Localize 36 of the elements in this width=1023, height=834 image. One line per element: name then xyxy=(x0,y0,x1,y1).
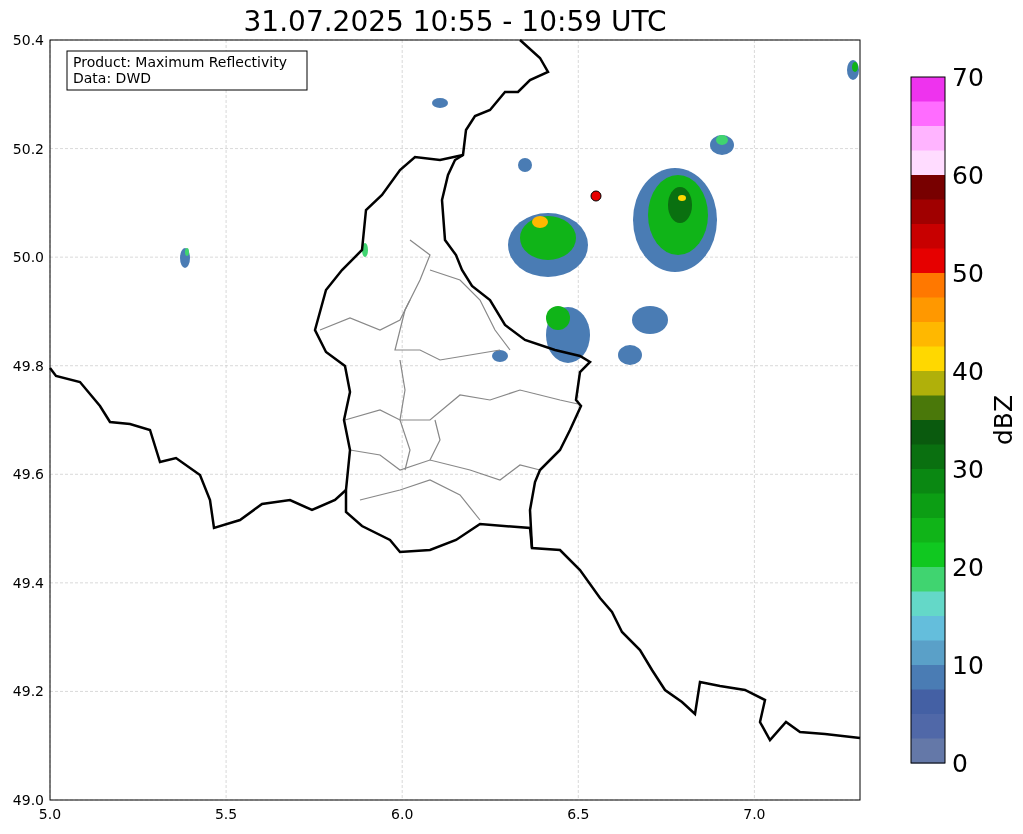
radar-echo xyxy=(180,248,190,268)
y-tick-label: 50.0 xyxy=(12,249,44,266)
radar-echo xyxy=(546,306,590,363)
radar-echo xyxy=(618,345,642,365)
x-tick-label: 5.0 xyxy=(38,806,62,822)
x-tick-label: 6.5 xyxy=(567,806,590,822)
colorbar-tick-label: 20 xyxy=(952,553,984,582)
info-text: Data: DWD xyxy=(73,70,151,86)
radar-echo xyxy=(432,98,448,108)
y-tick-label: 49.6 xyxy=(12,466,44,483)
y-tick-label: 50.2 xyxy=(12,140,44,157)
location-marker xyxy=(590,190,602,202)
x-tick-label: 6.0 xyxy=(391,806,414,822)
radar-echo xyxy=(710,135,734,155)
colorbar-tick-label: 40 xyxy=(952,357,984,386)
radar-echo xyxy=(632,306,668,334)
radar-echo xyxy=(847,60,859,80)
info-text: Product: Maximum Reflectivity xyxy=(73,54,287,70)
colorbar-tick-label: 30 xyxy=(952,455,984,484)
colorbar-tick-label: 50 xyxy=(952,259,984,288)
colorbar-label: dBZ xyxy=(989,394,1018,446)
y-tick-label: 49.8 xyxy=(12,357,44,374)
radar-echo xyxy=(362,243,368,257)
colorbar-tick-label: 10 xyxy=(952,651,984,680)
colorbar-tick-label: 0 xyxy=(952,749,968,778)
y-tick-label: 49.2 xyxy=(12,683,44,700)
radar-echo xyxy=(518,158,532,172)
y-tick-label: 49.4 xyxy=(12,574,44,591)
y-tick-label: 49.0 xyxy=(12,792,44,808)
colorbar-tick-label: 60 xyxy=(952,161,984,190)
x-tick-label: 7.0 xyxy=(743,806,766,822)
x-tick-label: 5.5 xyxy=(214,806,238,822)
radar-echo xyxy=(492,350,508,362)
chart-title: 31.07.2025 10:55 - 10:59 UTC xyxy=(243,5,667,38)
y-tick-label: 50.4 xyxy=(12,32,44,48)
colorbar-tick-label: 70 xyxy=(952,63,984,92)
